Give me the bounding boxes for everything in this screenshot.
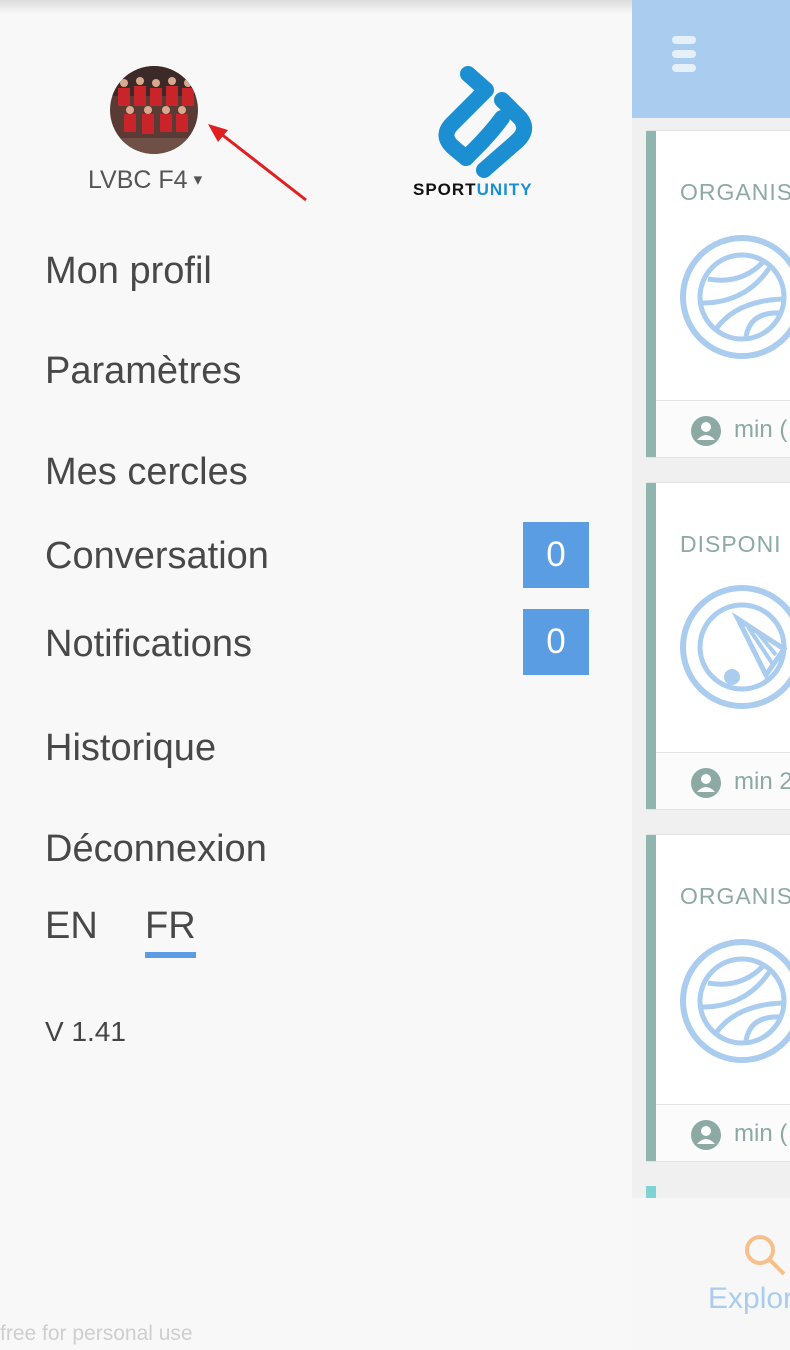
menu-item-profile[interactable]: Mon profil: [45, 250, 212, 293]
app-header: [632, 0, 790, 118]
card-footer-text: min 2: [734, 768, 790, 795]
feed-card[interactable]: ORGANIS min (: [646, 834, 790, 1162]
red-arrow-annotation: [208, 124, 307, 202]
badminton-icon: [680, 585, 790, 709]
menu-item-circles[interactable]: Mes cercles: [45, 451, 248, 494]
card-category: DISPONI: [680, 531, 782, 557]
user-icon: [691, 768, 721, 798]
language-en[interactable]: EN: [45, 905, 98, 948]
conversation-count-badge: 0: [523, 522, 589, 588]
menu-icon[interactable]: [672, 36, 698, 80]
sportunity-logo: SPORTUNITY: [410, 62, 550, 204]
team-selector[interactable]: LVBC F4 ▾: [88, 166, 202, 195]
menu-item-logout[interactable]: Déconnexion: [45, 828, 267, 871]
notifications-count-badge: 0: [523, 609, 589, 675]
card-footer-text: min (: [734, 416, 788, 443]
card-category: ORGANIS: [680, 883, 790, 909]
navigation-drawer: LVBC F4 ▾ SPORTUNITY Mon profil Paramètre…: [0, 0, 632, 1350]
menu-item-conversation[interactable]: Conversation: [45, 535, 269, 578]
avatar[interactable]: [110, 66, 198, 154]
tab-explore-label: Explor: [708, 1282, 790, 1315]
tab-explore[interactable]: Explor: [632, 1198, 790, 1350]
feed-card[interactable]: ORGANIS min (: [646, 130, 790, 458]
logo-text: SPORTUNITY: [413, 180, 533, 199]
user-icon: [691, 416, 721, 446]
user-icon: [691, 1120, 721, 1150]
menu-item-notifications[interactable]: Notifications: [45, 623, 252, 666]
language-fr[interactable]: FR: [145, 905, 196, 958]
watermark: free for personal use: [0, 1322, 193, 1345]
menu-item-settings[interactable]: Paramètres: [45, 350, 241, 393]
search-icon: [745, 1235, 786, 1276]
volleyball-icon: [680, 235, 790, 359]
feed-card[interactable]: DISPONI min 2: [646, 482, 790, 810]
volleyball-icon: [680, 939, 790, 1063]
card-footer-text: min (: [734, 1120, 788, 1147]
card-category: ORGANIS: [680, 179, 790, 205]
team-name: LVBC F4: [88, 166, 188, 194]
menu-item-history[interactable]: Historique: [45, 727, 216, 770]
app-version: V 1.41: [45, 1016, 126, 1047]
